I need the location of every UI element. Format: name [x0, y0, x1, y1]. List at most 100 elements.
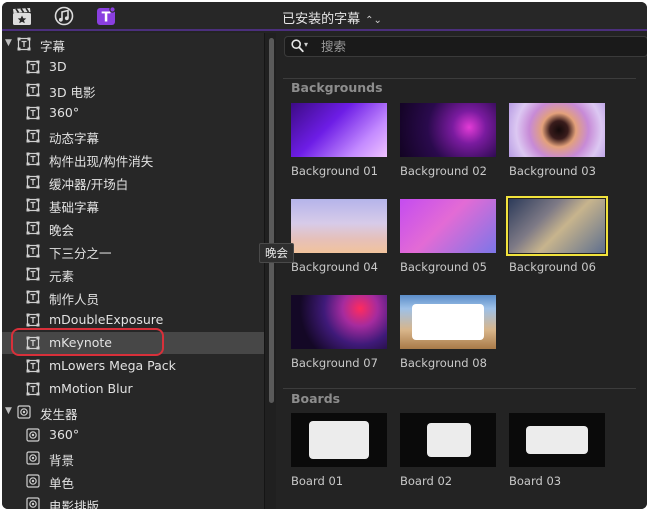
- sidebar-item-label: mDoubleExposure: [49, 312, 164, 327]
- thumbnail-caption: Background 05: [400, 260, 487, 274]
- sidebar-item-label: 基础字幕: [49, 200, 100, 215]
- title-icon: [26, 244, 40, 258]
- title-icon: [26, 60, 40, 74]
- thumbnail-caption: Background 06: [509, 260, 596, 274]
- library-title: 已安装的字幕: [282, 12, 361, 27]
- title-icon: [26, 267, 40, 281]
- content-browser: ▾ Backgrounds Background 01 Background 02 B…: [276, 33, 647, 509]
- thumbnail-board[interactable]: [400, 413, 496, 467]
- sidebar-item[interactable]: 基础字幕: [2, 194, 264, 216]
- search-icon[interactable]: [291, 39, 304, 56]
- thumbnail-background[interactable]: [400, 295, 496, 349]
- section-divider: [283, 388, 636, 389]
- thumbnail-background[interactable]: [400, 103, 496, 157]
- browser-toolbar: T 已安装的字幕 ⌃⌄: [2, 2, 647, 31]
- sidebar-item[interactable]: 360°: [2, 424, 264, 446]
- sidebar-item[interactable]: 晚会: [2, 217, 264, 239]
- sidebar-item-label: 动态字幕: [49, 131, 100, 146]
- thumbnail-caption: Board 03: [509, 474, 562, 488]
- sidebar-item-label: 发生器: [40, 407, 78, 422]
- title-browser-window: T 已安装的字幕 ⌃⌄ ▼ 字幕 3D 3D 电影 360° 动态字幕构件出现/构件消失 缓冲…: [2, 2, 647, 509]
- thumbnail-caption: Background 07: [291, 356, 378, 370]
- sidebar-item[interactable]: 电影排版: [2, 493, 264, 509]
- thumbnail-background[interactable]: [506, 196, 608, 256]
- title-icon: [17, 37, 31, 51]
- thumbnail-background[interactable]: [291, 199, 387, 253]
- generator-icon: [26, 428, 40, 442]
- title-icon: [26, 152, 40, 166]
- sidebar-item[interactable]: 下三分之一: [2, 240, 264, 262]
- board-card: [309, 421, 369, 459]
- sidebar-item-label: 背景: [49, 453, 75, 468]
- search-input[interactable]: [321, 38, 621, 55]
- sidebar-item-label: 360°: [49, 427, 80, 442]
- sidebar-item[interactable]: 制作人员: [2, 286, 264, 308]
- sidebar-item[interactable]: 元素: [2, 263, 264, 285]
- sidebar-item-label: 晚会: [49, 223, 75, 238]
- title-icon: [26, 313, 40, 327]
- thumbnail-background[interactable]: [509, 103, 605, 157]
- disclosure-triangle-icon[interactable]: ▼: [5, 406, 12, 416]
- thumbnail-caption: Background 08: [400, 356, 487, 370]
- category-sidebar: ▼ 字幕 3D 3D 电影 360° 动态字幕构件出现/构件消失 缓冲器/开场白 基础字幕晚会…: [2, 33, 264, 509]
- title-icon: [26, 359, 40, 373]
- sidebar-item[interactable]: 缓冲器/开场白: [2, 171, 264, 193]
- category-generators[interactable]: ▼ 发生器: [2, 401, 264, 423]
- sidebar-item-label: 元素: [49, 269, 75, 284]
- generator-icon: [26, 451, 40, 465]
- sidebar-item-label: 3D: [49, 59, 67, 74]
- library-title-dropdown[interactable]: 已安装的字幕 ⌃⌄: [252, 8, 412, 27]
- title-icon: [26, 221, 40, 235]
- category-titles[interactable]: ▼ 字幕: [2, 33, 264, 55]
- svg-text:T: T: [102, 11, 111, 26]
- sidebar-item-label: 构件出现/构件消失: [49, 154, 154, 169]
- title-icon: [26, 290, 40, 304]
- sidebar-item-label: mLowers Mega Pack: [49, 358, 176, 373]
- sidebar-scrollbar[interactable]: [264, 33, 276, 509]
- browser-scrollbar[interactable]: [637, 63, 645, 503]
- sidebar-item[interactable]: 动态字幕: [2, 125, 264, 147]
- sidebar-item[interactable]: 360°: [2, 102, 264, 124]
- title-icon: [26, 382, 40, 396]
- sidebar-item-label: 下三分之一: [49, 246, 112, 261]
- sidebar-item-label: 制作人员: [49, 292, 100, 307]
- sidebar-item-label: 缓冲器/开场白: [49, 177, 129, 192]
- generator-icon: [26, 474, 40, 488]
- sidebar-item[interactable]: mLowers Mega Pack: [2, 355, 264, 377]
- music-note-icon[interactable]: [54, 6, 74, 26]
- thumbnail-background[interactable]: [291, 103, 387, 157]
- titles-icon[interactable]: T: [96, 6, 116, 26]
- sidebar-item[interactable]: mMotion Blur: [2, 378, 264, 400]
- generator-icon: [17, 405, 31, 419]
- thumbnail-caption: Board 02: [400, 474, 453, 488]
- thumbnail-board[interactable]: [509, 413, 605, 467]
- sidebar-item[interactable]: 3D: [2, 56, 264, 78]
- search-field[interactable]: ▾: [284, 36, 647, 57]
- tooltip: 晚会: [259, 243, 294, 263]
- thumbnail-caption: Background 03: [509, 164, 596, 178]
- title-icon: [26, 175, 40, 189]
- sidebar-item-label: mMotion Blur: [49, 381, 133, 396]
- sidebar-item-label: 单色: [49, 476, 75, 491]
- sidebar-item-label: 电影排版: [49, 499, 100, 509]
- thumbnail-board[interactable]: [291, 413, 387, 467]
- chevron-updown-icon: ⌃⌄: [365, 15, 382, 26]
- thumbnail-background[interactable]: [400, 199, 496, 253]
- disclosure-triangle-icon[interactable]: ▼: [5, 38, 12, 48]
- title-icon: [26, 129, 40, 143]
- sidebar-item[interactable]: 单色: [2, 470, 264, 492]
- thumbnail-caption: Background 04: [291, 260, 378, 274]
- sidebar-item[interactable]: 构件出现/构件消失: [2, 148, 264, 170]
- generator-icon: [26, 497, 40, 509]
- sidebar-item[interactable]: 背景: [2, 447, 264, 469]
- title-icon: [26, 106, 40, 120]
- sidebar-item-label: 3D 电影: [49, 85, 96, 100]
- scroll-thumb[interactable]: [269, 38, 274, 403]
- chevron-down-icon[interactable]: ▾: [304, 40, 308, 49]
- sidebar-item[interactable]: 3D 电影: [2, 79, 264, 101]
- title-icon: [26, 83, 40, 97]
- thumbnail-background[interactable]: [291, 295, 387, 349]
- title-icon: [26, 198, 40, 212]
- movie-clapper-icon[interactable]: [12, 6, 32, 26]
- sidebar-item-label: 字幕: [40, 39, 66, 54]
